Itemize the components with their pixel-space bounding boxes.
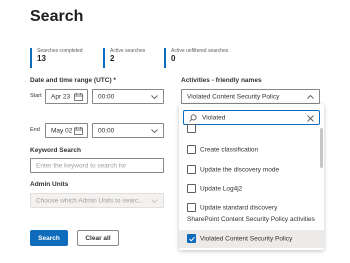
- keyword-search-input[interactable]: Enter the keyword to search for: [30, 158, 164, 173]
- chevron-down-icon: [151, 128, 158, 133]
- activities-filter-input[interactable]: Violated: [183, 110, 320, 125]
- start-time-value: 00:00: [98, 93, 115, 100]
- list-item[interactable]: Update the discovery mode: [179, 161, 324, 179]
- list-item-label: Create classification: [200, 146, 259, 154]
- list-item-label: Update the discovery mode: [200, 166, 280, 174]
- end-label: End: [30, 127, 40, 133]
- chevron-down-icon: [151, 198, 158, 203]
- list-item-label: Violated Content Security Policy: [200, 235, 293, 243]
- checkbox[interactable]: [187, 165, 196, 174]
- search-button[interactable]: Search: [30, 230, 68, 246]
- checkmark-icon: [188, 236, 195, 242]
- admin-units-select[interactable]: Choose which Admin Units to searc...: [30, 193, 164, 208]
- chevron-down-icon: [151, 94, 158, 99]
- end-date-value: May 02: [51, 127, 73, 134]
- list-item[interactable]: Create classification: [179, 141, 324, 159]
- list-item-label: Update Log4j2: [200, 185, 243, 193]
- checkbox[interactable]: [187, 145, 196, 154]
- group-header: SharePoint Content Security Policy activ…: [187, 216, 315, 223]
- calendar-icon[interactable]: [74, 92, 83, 101]
- list-item-partial[interactable]: [179, 124, 324, 134]
- list-item[interactable]: Update Log4j2: [179, 180, 324, 198]
- chevron-up-icon: [307, 94, 314, 99]
- date-range-label: Date and time range (UTC) *: [30, 77, 116, 84]
- stat-active-unfiltered-searches: Active unfiltered searches 0: [164, 48, 228, 68]
- start-time-select[interactable]: 00:00: [92, 89, 164, 104]
- start-date-value: Apr 23: [51, 93, 71, 100]
- dropdown-scrollbar[interactable]: [320, 128, 323, 168]
- keyword-search-placeholder: Enter the keyword to search for: [36, 162, 127, 169]
- keyword-search-label: Keyword Search: [30, 147, 81, 154]
- end-time-select[interactable]: 00:00: [92, 123, 164, 138]
- activities-selected-value: Violated Content Security Policy: [187, 93, 280, 100]
- admin-units-placeholder: Choose which Admin Units to searc...: [36, 197, 144, 204]
- stat-value: 2: [110, 54, 115, 63]
- list-item[interactable]: Update standard discovery: [179, 199, 324, 217]
- checkbox[interactable]: [187, 184, 196, 193]
- start-date-picker[interactable]: Apr 23: [45, 89, 88, 104]
- clear-all-button[interactable]: Clear all: [77, 230, 119, 246]
- stat-label: Active unfiltered searches: [171, 48, 229, 54]
- close-icon[interactable]: [307, 114, 314, 122]
- list-item-selected[interactable]: Violated Content Security Policy: [179, 230, 324, 248]
- calendar-icon[interactable]: [74, 126, 83, 135]
- stat-label: Active searches: [110, 48, 146, 54]
- stat-value: 0: [171, 54, 176, 63]
- search-icon: [189, 114, 197, 122]
- checkbox[interactable]: [187, 124, 196, 133]
- list-item-label: Update standard discovery: [200, 204, 278, 212]
- end-date-picker[interactable]: May 02: [45, 123, 88, 138]
- stat-active-searches: Active searches 2: [103, 48, 145, 68]
- stat-searches-completed: Searches completed 13: [30, 48, 83, 68]
- checkbox[interactable]: [187, 203, 196, 212]
- stat-value: 13: [37, 54, 46, 63]
- checkbox-checked[interactable]: [187, 234, 196, 243]
- activities-select[interactable]: Violated Content Security Policy: [181, 89, 320, 104]
- start-label: Start: [30, 93, 42, 99]
- end-time-value: 00:00: [98, 127, 115, 134]
- page-title: Search: [30, 8, 84, 25]
- activities-label: Activities - friendly names: [181, 77, 262, 84]
- admin-units-label: Admin Units: [30, 181, 69, 188]
- activities-filter-value: Violated: [202, 114, 226, 121]
- activities-dropdown: Violated Create classification Update th…: [179, 104, 324, 250]
